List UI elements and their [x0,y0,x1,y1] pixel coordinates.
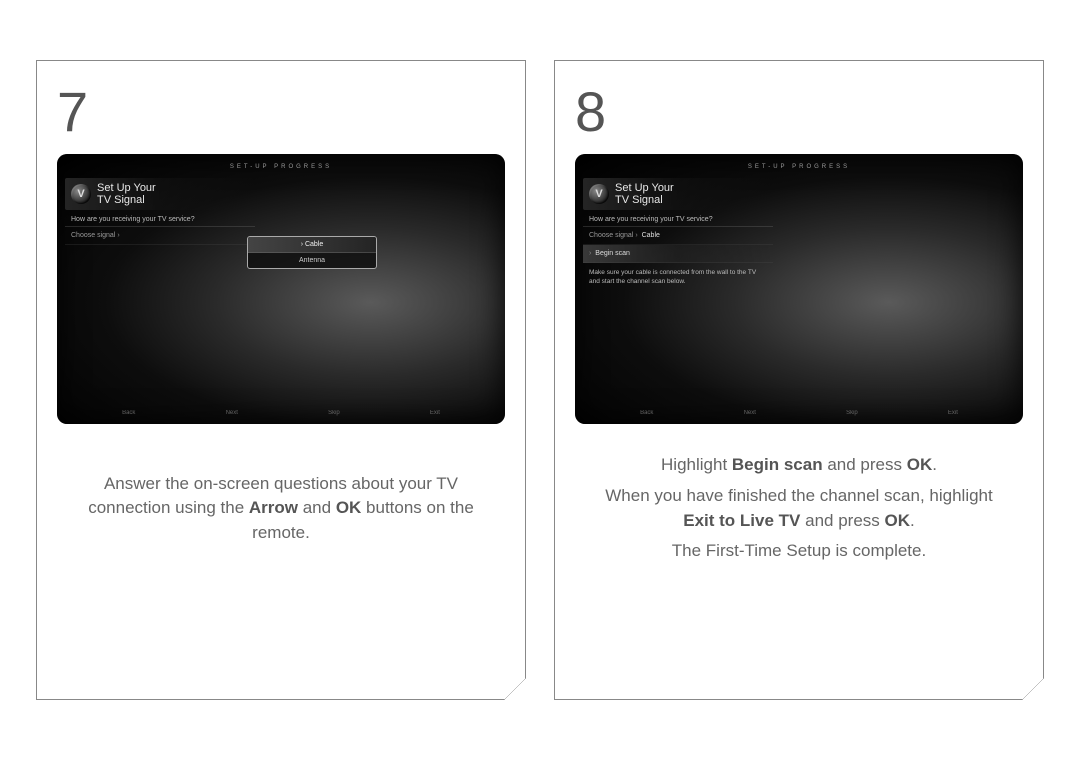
bold-ok: OK [907,455,933,474]
instruction-line-3: The First-Time Setup is complete. [672,539,926,564]
tv-note-text: Make sure your cable is connected from t… [583,263,773,292]
text: When you have finished the channel scan,… [605,486,992,505]
begin-scan-label: Begin scan [595,250,630,257]
chevron-right-icon: › [635,232,639,239]
bold-ok: OK [885,511,911,530]
footer-exit: Exit [948,410,958,416]
vizio-logo-icon: V [589,184,609,204]
tv-title-line1: Set Up Your [97,182,156,194]
instruction-line-2: When you have finished the channel scan,… [593,484,1005,533]
tv-breadcrumb-row: Choose signal › Cable [583,227,773,245]
text: Highlight [661,455,732,474]
tv-signal-popup: › Cable Antenna [247,236,377,269]
text: and press [823,455,907,474]
chevron-right-icon: › [117,232,119,239]
step-card-8: 8 SET-UP PROGRESS V Set Up Your TV Signa… [554,60,1044,700]
step-number: 7 [57,79,505,144]
instruction-text: Answer the on-screen questions about you… [75,472,487,546]
tv-screenshot-8: SET-UP PROGRESS V Set Up Your TV Signal … [575,154,1023,424]
step-card-7: 7 SET-UP PROGRESS V Set Up Your TV Signa… [36,60,526,700]
breadcrumb-b: Cable [642,232,660,239]
bold-begin-scan: Begin scan [732,455,823,474]
bold-exit-live-tv: Exit to Live TV [683,511,800,530]
bold-arrow: Arrow [249,498,298,517]
footer-next: Next [226,410,238,416]
footer-back: Back [122,410,135,416]
tv-footer-hints: Back Next Skip Exit [57,410,505,416]
popup-option-cable: › Cable [248,237,376,253]
footer-next: Next [744,410,756,416]
tv-title-line2: TV Signal [615,194,663,206]
instruction-line-1: Highlight Begin scan and press OK. [661,453,937,478]
tv-progress-label: SET-UP PROGRESS [57,164,505,170]
tv-title-line2: TV Signal [97,194,145,206]
text: . [910,511,915,530]
tv-title-row: V Set Up Your TV Signal [65,178,255,210]
footer-skip: Skip [846,410,858,416]
footer-skip: Skip [328,410,340,416]
tv-title-line1: Set Up Your [615,182,674,194]
text: and [298,498,336,517]
tv-footer-hints: Back Next Skip Exit [575,410,1023,416]
popup-option-antenna: Antenna [248,253,376,268]
tv-question: How are you receiving your TV service? [583,210,773,227]
chevron-right-icon: › [589,250,593,257]
tv-title-row: V Set Up Your TV Signal [583,178,773,210]
step8-instructions: Highlight Begin scan and press OK. When … [575,424,1023,669]
text: . [932,455,937,474]
tv-progress-label: SET-UP PROGRESS [575,164,1023,170]
step-number: 8 [575,79,1023,144]
footer-exit: Exit [430,410,440,416]
tv-side-panel: V Set Up Your TV Signal How are you rece… [583,178,773,292]
tv-screenshot-7: SET-UP PROGRESS V Set Up Your TV Signal … [57,154,505,424]
card-corner-cut [1022,678,1044,700]
tv-begin-scan-row: › Begin scan [583,245,773,263]
text: and press [800,511,884,530]
popup-option-label: Cable [305,241,323,248]
tv-choose-signal-row: Choose signal › [65,227,255,245]
step7-instructions: Answer the on-screen questions about you… [57,424,505,669]
tv-title: Set Up Your TV Signal [615,182,674,206]
tv-row-label: Choose signal [71,232,115,239]
card-corner-cut [504,678,526,700]
breadcrumb-a: Choose signal [589,232,633,239]
tv-side-panel: V Set Up Your TV Signal How are you rece… [65,178,255,245]
tv-title: Set Up Your TV Signal [97,182,156,206]
bold-ok: OK [336,498,362,517]
tv-question: How are you receiving your TV service? [65,210,255,227]
footer-back: Back [640,410,653,416]
vizio-logo-icon: V [71,184,91,204]
